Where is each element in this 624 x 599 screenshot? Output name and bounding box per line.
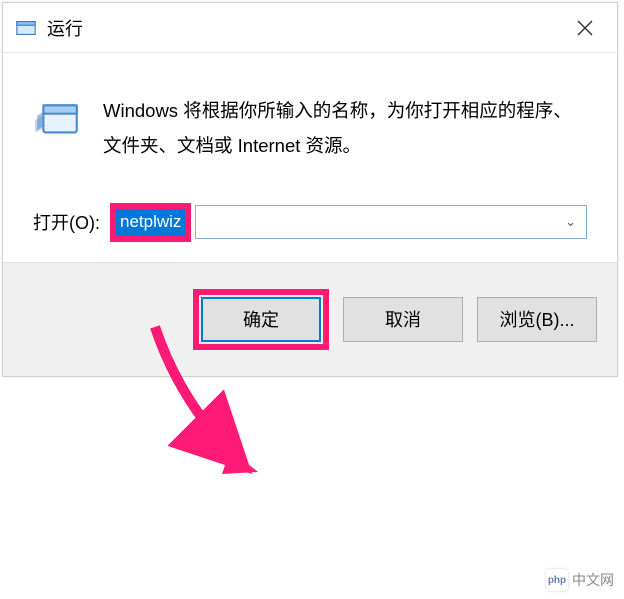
- annotation-input-highlight: netplwiz: [110, 203, 191, 241]
- titlebar: 运行: [3, 3, 617, 53]
- open-combobox[interactable]: ⌄: [195, 205, 587, 239]
- titlebar-title: 运行: [47, 15, 565, 41]
- chevron-down-icon[interactable]: ⌄: [555, 214, 586, 230]
- ok-button[interactable]: 确定: [201, 297, 321, 342]
- annotation-ok-highlight: 确定: [193, 289, 329, 350]
- cancel-button[interactable]: 取消: [343, 297, 463, 342]
- open-input-value[interactable]: netplwiz: [116, 209, 185, 235]
- open-label: 打开(O):: [33, 209, 100, 235]
- close-icon: [577, 20, 593, 36]
- watermark-logo-icon: php: [546, 569, 568, 591]
- button-bar: 确定 取消 浏览(B)...: [3, 262, 617, 376]
- browse-button[interactable]: 浏览(B)...: [477, 297, 597, 342]
- run-dialog: 运行 Windows 将根据你所输入的名称，为你打开相应的程序、文件夹、文档或 …: [2, 2, 618, 377]
- watermark: php 中文网: [542, 567, 618, 593]
- dialog-message: Windows 将根据你所输入的名称，为你打开相应的程序、文件夹、文档或 Int…: [103, 93, 587, 163]
- run-titlebar-icon: [15, 17, 37, 39]
- close-button[interactable]: [565, 8, 605, 48]
- dialog-body: Windows 将根据你所输入的名称，为你打开相应的程序、文件夹、文档或 Int…: [3, 53, 617, 262]
- run-program-icon: [33, 97, 83, 147]
- watermark-text: 中文网: [572, 570, 614, 590]
